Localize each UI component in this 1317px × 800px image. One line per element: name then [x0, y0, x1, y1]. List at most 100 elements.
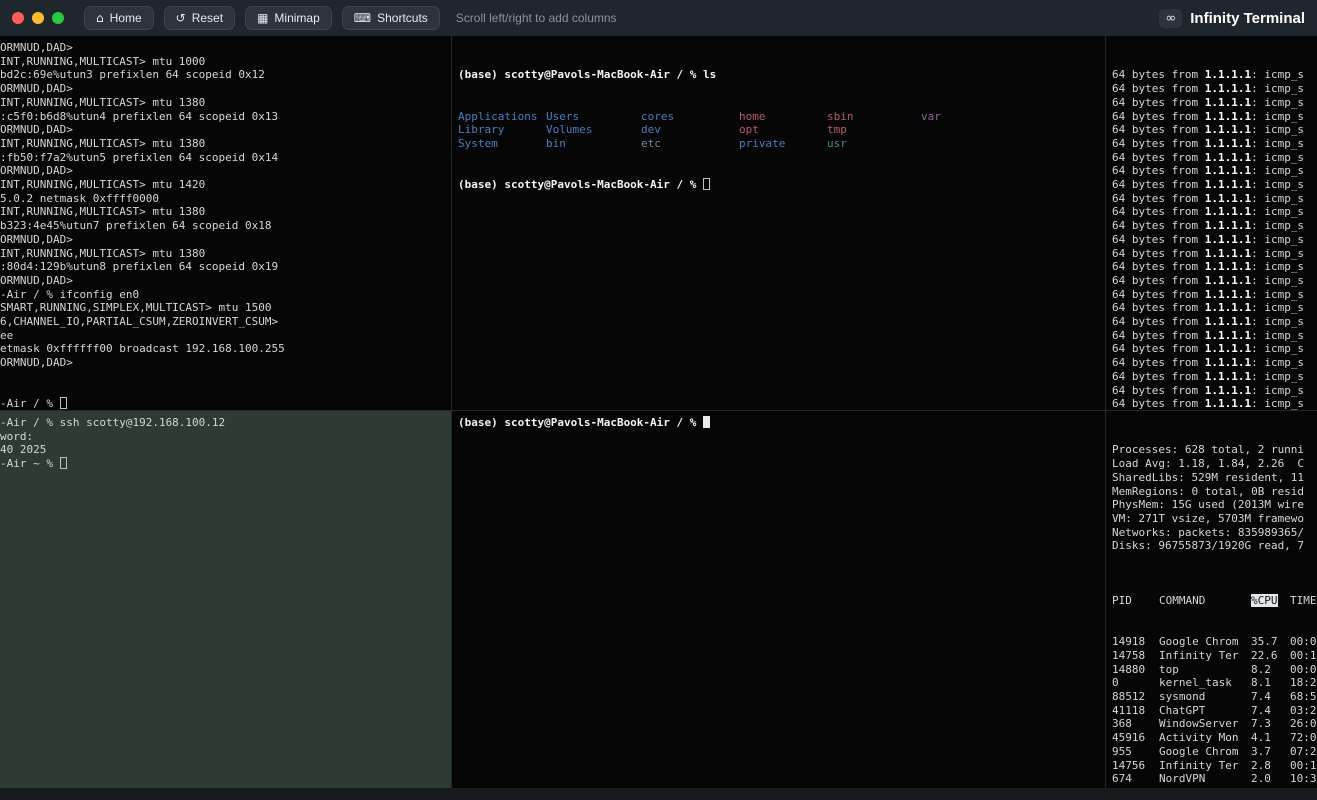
ping-line: 64 bytes from 1.1.1.1: icmp_s — [1112, 219, 1317, 233]
top-summary: Processes: 628 total, 2 runni Load Avg: … — [1112, 443, 1317, 553]
top-process-row: 88512sysmond7.468:5 — [1112, 690, 1317, 704]
ls-command-line: (base) scotty@Pavols-MacBook-Air / % ls — [458, 68, 1105, 82]
home-icon: ⌂ — [96, 12, 104, 24]
top-process-row: 14918Google Chrom35.700:0 — [1112, 635, 1317, 649]
zoom-button[interactable] — [52, 12, 64, 24]
traffic-lights — [12, 12, 64, 24]
top-process-row: 14880top8.200:0 — [1112, 663, 1317, 677]
cursor — [60, 457, 67, 469]
home-button-label: Home — [110, 12, 142, 24]
reset-button[interactable]: ↺ Reset — [164, 6, 235, 30]
ls-entry: Volumes — [546, 123, 641, 137]
top-column-command: COMMAND — [1159, 594, 1205, 607]
ping-line: 64 bytes from 1.1.1.1: icmp_s — [1112, 82, 1317, 96]
ping-ip: 1.1.1.1 — [1205, 397, 1251, 410]
ping-ip: 1.1.1.1 — [1205, 356, 1251, 369]
ls-entry: Users — [546, 110, 641, 124]
app-title: Infinity Terminal — [1190, 10, 1305, 27]
ping-ip: 1.1.1.1 — [1205, 82, 1251, 95]
top-process-row: 906com.nordvpn.1.307:5 — [1112, 786, 1317, 788]
ping-ip: 1.1.1.1 — [1205, 301, 1251, 314]
ping-ip: 1.1.1.1 — [1205, 315, 1251, 328]
top-process-row: 14756Infinity Ter2.800:1 — [1112, 759, 1317, 773]
home-button[interactable]: ⌂ Home — [84, 6, 154, 30]
pane-ifconfig[interactable]: ORMNUD,DAD> INT,RUNNING,MULTICAST> mtu 1… — [0, 36, 452, 411]
ping-ip: 1.1.1.1 — [1205, 205, 1251, 218]
top-table-body: 14918Google Chrom35.700:014758Infinity T… — [1112, 635, 1317, 788]
ls-entry: usr — [827, 137, 921, 151]
ping-ip: 1.1.1.1 — [1205, 219, 1251, 232]
pane-ls[interactable]: (base) scotty@Pavols-MacBook-Air / % ls … — [452, 36, 1106, 411]
ping-line: 64 bytes from 1.1.1.1: icmp_s — [1112, 137, 1317, 151]
ping-line: 64 bytes from 1.1.1.1: icmp_s — [1112, 96, 1317, 110]
scroll-hint-text: Scroll left/right to add columns — [456, 11, 617, 25]
app-brand: ∞ Infinity Terminal — [1159, 9, 1305, 28]
pane-shell[interactable]: (base) scotty@Pavols-MacBook-Air / % — [452, 411, 1106, 788]
close-button[interactable] — [12, 12, 24, 24]
pane-ping[interactable]: 64 bytes from 1.1.1.1: icmp_s64 bytes fr… — [1106, 36, 1317, 411]
ping-line: 64 bytes from 1.1.1.1: icmp_s — [1112, 164, 1317, 178]
ping-ip: 1.1.1.1 — [1205, 192, 1251, 205]
ls-entry: bin — [546, 137, 641, 151]
ls-entry: cores — [641, 110, 739, 124]
ping-ip: 1.1.1.1 — [1205, 329, 1251, 342]
ping-line: 64 bytes from 1.1.1.1: icmp_s — [1112, 68, 1317, 82]
reset-icon: ↺ — [176, 12, 186, 24]
top-process-row: 955Google Chrom3.707:2 — [1112, 745, 1317, 759]
ping-line: 64 bytes from 1.1.1.1: icmp_s — [1112, 274, 1317, 288]
ping-line: 64 bytes from 1.1.1.1: icmp_s — [1112, 288, 1317, 302]
ls-entry: tmp — [827, 123, 921, 137]
ping-ip: 1.1.1.1 — [1205, 178, 1251, 191]
ls-entry: opt — [739, 123, 827, 137]
ping-line: 64 bytes from 1.1.1.1: icmp_s — [1112, 178, 1317, 192]
ls-listing: ApplicationsUserscoreshomesbinvarLibrary… — [458, 110, 1105, 151]
ls-entry: Library — [458, 123, 546, 137]
minimap-button-label: Minimap — [274, 12, 319, 24]
ls-entry: home — [739, 110, 827, 124]
ping-line: 64 bytes from 1.1.1.1: icmp_s — [1112, 315, 1317, 329]
terminal-grid: ORMNUD,DAD> INT,RUNNING,MULTICAST> mtu 1… — [0, 36, 1317, 788]
horizontal-scrollbar-track[interactable] — [0, 788, 1317, 800]
ping-line: 64 bytes from 1.1.1.1: icmp_s — [1112, 233, 1317, 247]
top-process-row: 368WindowServer7.326:0 — [1112, 717, 1317, 731]
block-cursor — [703, 416, 710, 428]
top-process-row: 45916Activity Mon4.172:0 — [1112, 731, 1317, 745]
ping-line: 64 bytes from 1.1.1.1: icmp_s — [1112, 370, 1317, 384]
ping-ip: 1.1.1.1 — [1205, 384, 1251, 397]
ping-line: 64 bytes from 1.1.1.1: icmp_s — [1112, 342, 1317, 356]
ls-prompt-line: (base) scotty@Pavols-MacBook-Air / % — [458, 178, 1105, 192]
ls-row: Systembinetcprivateusr — [458, 137, 1105, 151]
ping-ip: 1.1.1.1 — [1205, 96, 1251, 109]
ping-ip: 1.1.1.1 — [1205, 260, 1251, 273]
top-process-row: 41118ChatGPT7.403:2 — [1112, 704, 1317, 718]
ping-ip: 1.1.1.1 — [1205, 342, 1251, 355]
ls-entry: dev — [641, 123, 739, 137]
ping-output: 64 bytes from 1.1.1.1: icmp_s64 bytes fr… — [1112, 68, 1317, 411]
ls-entry: sbin — [827, 110, 921, 124]
ping-line: 64 bytes from 1.1.1.1: icmp_s — [1112, 110, 1317, 124]
ifconfig-output: ORMNUD,DAD> INT,RUNNING,MULTICAST> mtu 1… — [0, 41, 285, 410]
ls-entry: System — [458, 137, 546, 151]
ping-line: 64 bytes from 1.1.1.1: icmp_s — [1112, 260, 1317, 274]
ping-line: 64 bytes from 1.1.1.1: icmp_s — [1112, 356, 1317, 370]
ping-line: 64 bytes from 1.1.1.1: icmp_s — [1112, 384, 1317, 398]
minimap-button[interactable]: ▦ Minimap — [245, 6, 332, 30]
pane-top[interactable]: Processes: 628 total, 2 runni Load Avg: … — [1106, 411, 1317, 788]
ping-ip: 1.1.1.1 — [1205, 151, 1251, 164]
ping-line: 64 bytes from 1.1.1.1: icmp_s — [1112, 205, 1317, 219]
ping-ip: 1.1.1.1 — [1205, 370, 1251, 383]
pane-ssh[interactable]: -Air / % ssh scotty@192.168.100.12 word:… — [0, 411, 452, 788]
ping-ip: 1.1.1.1 — [1205, 274, 1251, 287]
top-process-row: 0kernel_task8.118:2 — [1112, 676, 1317, 690]
shortcuts-button[interactable]: ⌨ Shortcuts — [342, 6, 440, 30]
shell-prompt: (base) scotty@Pavols-MacBook-Air / % — [458, 416, 703, 429]
ping-ip: 1.1.1.1 — [1205, 164, 1251, 177]
ping-ip: 1.1.1.1 — [1205, 137, 1251, 150]
ls-row: ApplicationsUserscoreshomesbinvar — [458, 110, 1105, 124]
keyboard-icon: ⌨ — [354, 12, 371, 24]
ping-line: 64 bytes from 1.1.1.1: icmp_s — [1112, 247, 1317, 261]
ping-ip: 1.1.1.1 — [1205, 68, 1251, 81]
ping-ip: 1.1.1.1 — [1205, 123, 1251, 136]
minimize-button[interactable] — [32, 12, 44, 24]
top-column-pid: PID — [1112, 594, 1132, 607]
